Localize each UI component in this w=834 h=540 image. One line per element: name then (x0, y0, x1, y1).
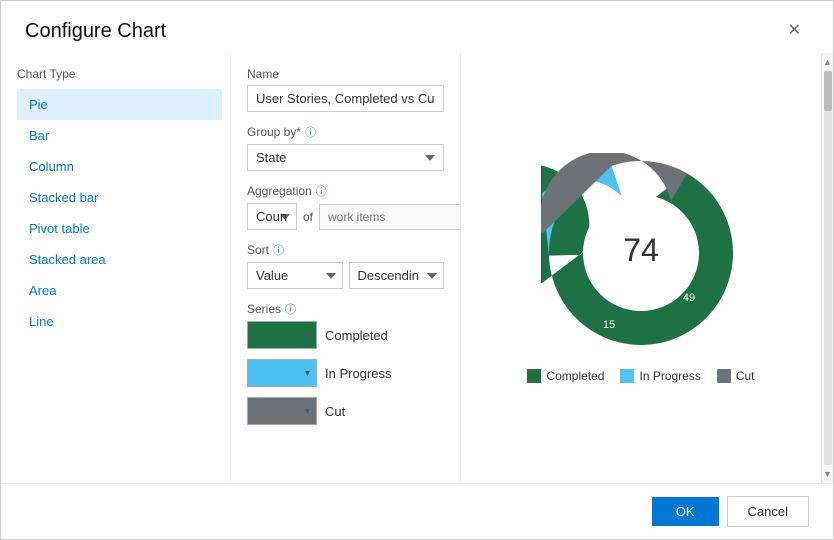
aggregation-field-input[interactable] (319, 204, 461, 230)
sort-info-icon[interactable]: ⓘ (273, 242, 284, 258)
close-button[interactable]: ✕ (780, 19, 809, 43)
series-item-cut: ▾ Cut (247, 397, 444, 425)
series-color-chevron-in-progress: ▾ (305, 368, 310, 379)
legend-label-completed: Completed (546, 369, 604, 383)
series-color-cut[interactable]: ▾ (247, 397, 317, 425)
aggregation-of-label: of (303, 210, 313, 224)
chart-type-item-bar[interactable]: Bar (17, 120, 222, 151)
chart-label-completed: 49 (683, 292, 695, 304)
aggregation-info-icon[interactable]: ⓘ (316, 183, 327, 199)
series-color-chevron-completed: ▾ (305, 330, 310, 341)
sort-direction-select[interactable]: Descendin (349, 262, 445, 289)
group-by-group: Group by* ⓘ State (247, 124, 444, 171)
series-info-icon[interactable]: ⓘ (285, 301, 296, 317)
scrollbar[interactable]: ▲ ▼ (821, 53, 833, 483)
aggregation-type-select[interactable]: Coun (247, 203, 297, 230)
legend-item-in-progress: In Progress (620, 369, 700, 383)
sort-label: Sort ⓘ (247, 242, 444, 258)
chart-legend: Completed In Progress Cut (527, 369, 754, 383)
configure-chart-dialog: Configure Chart ✕ Chart Type Pie Bar Col… (0, 0, 834, 540)
legend-item-completed: Completed (527, 369, 604, 383)
chart-type-item-area[interactable]: Area (17, 275, 222, 306)
scrollbar-track (824, 71, 832, 465)
config-panel: Name Group by* ⓘ State Aggregation ⓘ (231, 53, 461, 483)
name-group: Name (247, 67, 444, 112)
series-item-in-progress: ▾ In Progress (247, 359, 444, 387)
dialog-title: Configure Chart (25, 20, 166, 43)
chart-container: 74 49 15 10 Completed In Progress (527, 153, 754, 383)
legend-swatch-in-progress (620, 369, 634, 383)
name-input[interactable] (247, 85, 444, 112)
chart-type-item-stacked-area[interactable]: Stacked area (17, 244, 222, 275)
group-by-label: Group by* ⓘ (247, 124, 444, 140)
legend-swatch-cut (717, 369, 731, 383)
cancel-button[interactable]: Cancel (727, 496, 809, 527)
name-label: Name (247, 67, 444, 81)
group-by-info-icon[interactable]: ⓘ (305, 124, 316, 140)
chart-label-in-progress: 15 (603, 319, 615, 331)
series-container: ▾ Completed ▾ In Progress ▾ Cut (247, 321, 444, 425)
legend-item-cut: Cut (717, 369, 755, 383)
sort-value-select[interactable]: Value (247, 262, 343, 289)
dialog-body: Chart Type Pie Bar Column Stacked bar Pi… (1, 53, 833, 483)
aggregation-row: Coun of (247, 203, 444, 230)
dialog-header: Configure Chart ✕ (1, 1, 833, 53)
series-item-completed: ▾ Completed (247, 321, 444, 349)
dialog-footer: OK Cancel (1, 483, 833, 539)
series-group: Series ⓘ ▾ Completed ▾ In Progress ▾ Cut (247, 301, 444, 425)
aggregation-group: Aggregation ⓘ Coun of (247, 183, 444, 230)
chart-type-item-line[interactable]: Line (17, 306, 222, 337)
ok-button[interactable]: OK (652, 497, 719, 526)
series-label-completed: Completed (325, 328, 388, 343)
scrollbar-up-arrow[interactable]: ▲ (821, 55, 833, 69)
legend-swatch-completed (527, 369, 541, 383)
chart-type-item-stacked-bar[interactable]: Stacked bar (17, 182, 222, 213)
legend-label-cut: Cut (736, 369, 755, 383)
sort-row: Value Descendin (247, 262, 444, 289)
scrollbar-thumb[interactable] (824, 71, 832, 111)
preview-panel: 74 49 15 10 Completed In Progress (461, 53, 821, 483)
legend-label-in-progress: In Progress (639, 369, 700, 383)
series-label-cut: Cut (325, 404, 345, 419)
sort-group: Sort ⓘ Value Descendin (247, 242, 444, 289)
chart-type-panel: Chart Type Pie Bar Column Stacked bar Pi… (1, 53, 231, 483)
chart-type-item-pivot-table[interactable]: Pivot table (17, 213, 222, 244)
series-label-in-progress: In Progress (325, 366, 391, 381)
series-label: Series ⓘ (247, 301, 444, 317)
donut-chart: 74 49 15 10 (541, 153, 741, 353)
group-by-select[interactable]: State (247, 144, 444, 171)
series-color-in-progress[interactable]: ▾ (247, 359, 317, 387)
series-color-chevron-cut: ▾ (305, 406, 310, 417)
chart-type-item-column[interactable]: Column (17, 151, 222, 182)
chart-type-label: Chart Type (17, 67, 230, 81)
aggregation-label: Aggregation ⓘ (247, 183, 444, 199)
chart-type-item-pie[interactable]: Pie (17, 89, 222, 120)
scrollbar-down-arrow[interactable]: ▼ (821, 467, 833, 481)
chart-label-cut: 10 (623, 226, 635, 238)
series-color-completed[interactable]: ▾ (247, 321, 317, 349)
